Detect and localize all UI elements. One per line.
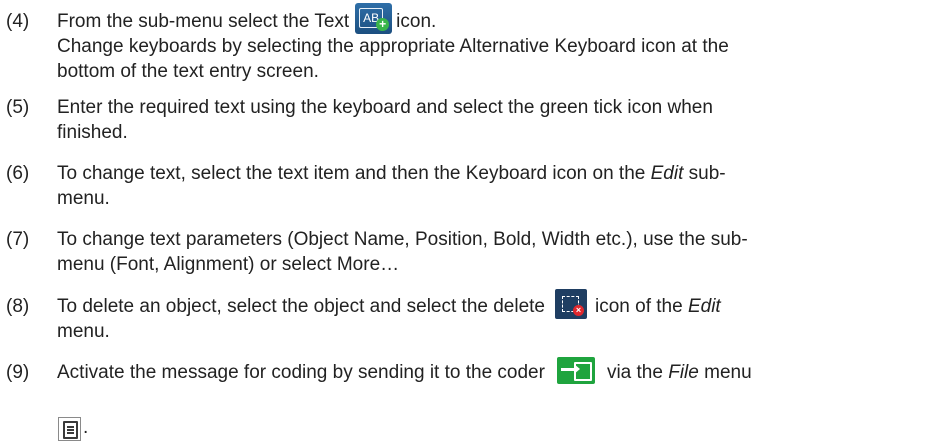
step-line: To delete an object, select the object a… (57, 288, 932, 319)
sentence-period: . (83, 417, 89, 438)
step-text-part: To change text, select the text item and… (57, 163, 646, 184)
step-number: (9) (6, 362, 30, 383)
step-text: To change text parameters (Object Name, … (57, 227, 932, 277)
step-number: (7) (6, 229, 30, 250)
delete-object-icon: × (555, 288, 587, 319)
step-text-part: sub- (688, 163, 726, 184)
step-text-part: To delete an object, select the object a… (57, 296, 545, 317)
arrow-right-icon (560, 364, 580, 375)
edit-menu-name: Edit (650, 163, 684, 184)
page-lines-icon (63, 421, 78, 439)
step-number: (4) (6, 11, 30, 32)
step-text-part: From the sub-menu select the Text (57, 11, 350, 32)
step-text-part: via the (606, 362, 663, 383)
step-line: To change text, select the text item and… (57, 161, 932, 186)
delete-x-badge-icon: × (573, 304, 584, 316)
send-to-coder-icon (556, 357, 595, 385)
step-number: (8) (6, 296, 30, 317)
step-text-part: icon of the (595, 296, 683, 317)
file-menu-icon (58, 417, 81, 441)
step-line: menu. (57, 321, 110, 342)
step-number: (5) (6, 97, 30, 118)
step-text-part: Activate the message for coding by sendi… (57, 362, 545, 383)
text-ab-plus-icon: AB + (355, 3, 393, 35)
step-text-part: icon. (396, 11, 437, 32)
plus-badge-icon: + (376, 18, 390, 32)
step-number: (6) (6, 163, 30, 184)
step-line: finished. (57, 122, 128, 143)
instruction-document: (4) From the sub-menu select the Text AB +… (0, 0, 944, 441)
edit-menu-name: Edit (687, 296, 721, 317)
step-text: Activate the message for coding by sendi… (57, 357, 932, 385)
step-text: To delete an object, select the object a… (57, 288, 932, 344)
step-line: menu. (57, 188, 110, 209)
step-line: Change keyboards by selecting the approp… (57, 36, 729, 58)
step-text: From the sub-menu select the Text AB + icon… (57, 3, 932, 84)
step-text: To change text, select the text item and… (57, 161, 932, 211)
step-line: menu (Font, Alignment) or select More… (57, 254, 400, 275)
file-menu-name: File (668, 362, 699, 383)
step-text-part: menu (704, 362, 752, 383)
step-line: From the sub-menu select the Text AB + icon… (57, 3, 932, 35)
document-shape-icon (573, 362, 592, 382)
step-text: Enter the required text using the keyboa… (57, 95, 932, 145)
step-line: bottom of the text entry screen. (57, 61, 319, 83)
step-line: To change text parameters (Object Name, … (57, 229, 748, 250)
step-line: Activate the message for coding by sendi… (57, 357, 932, 385)
step-line: Enter the required text using the keyboa… (57, 97, 713, 118)
